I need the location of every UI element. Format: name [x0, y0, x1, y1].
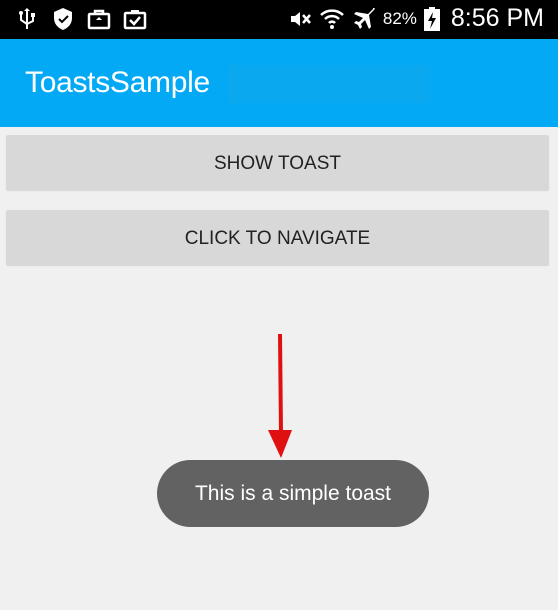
status-bar-left-icons [14, 6, 148, 32]
app-title: ToastsSample [25, 66, 210, 99]
shield-icon [50, 6, 76, 32]
clock: 8:56 PM [450, 4, 544, 32]
usb-icon [14, 6, 40, 32]
battery-charging-icon [423, 6, 441, 32]
wifi-icon [319, 6, 345, 32]
redacted-area [228, 65, 430, 103]
red-arrow-icon [260, 330, 300, 460]
mute-icon [287, 6, 313, 32]
airplane-icon [351, 6, 377, 32]
clipboard-check-icon [122, 6, 148, 32]
battery-percent: 82% [382, 8, 417, 28]
app-bar: ToastsSample [0, 39, 558, 127]
navigate-button[interactable]: CLICK TO NAVIGATE [6, 210, 549, 265]
show-toast-button[interactable]: SHOW TOAST [6, 135, 549, 190]
briefcase-icon [86, 6, 112, 32]
status-bar-right: 82% 8:56 PM [287, 4, 544, 33]
toast-message: This is a simple toast [157, 460, 429, 527]
status-bar: 82% 8:56 PM [0, 0, 558, 39]
